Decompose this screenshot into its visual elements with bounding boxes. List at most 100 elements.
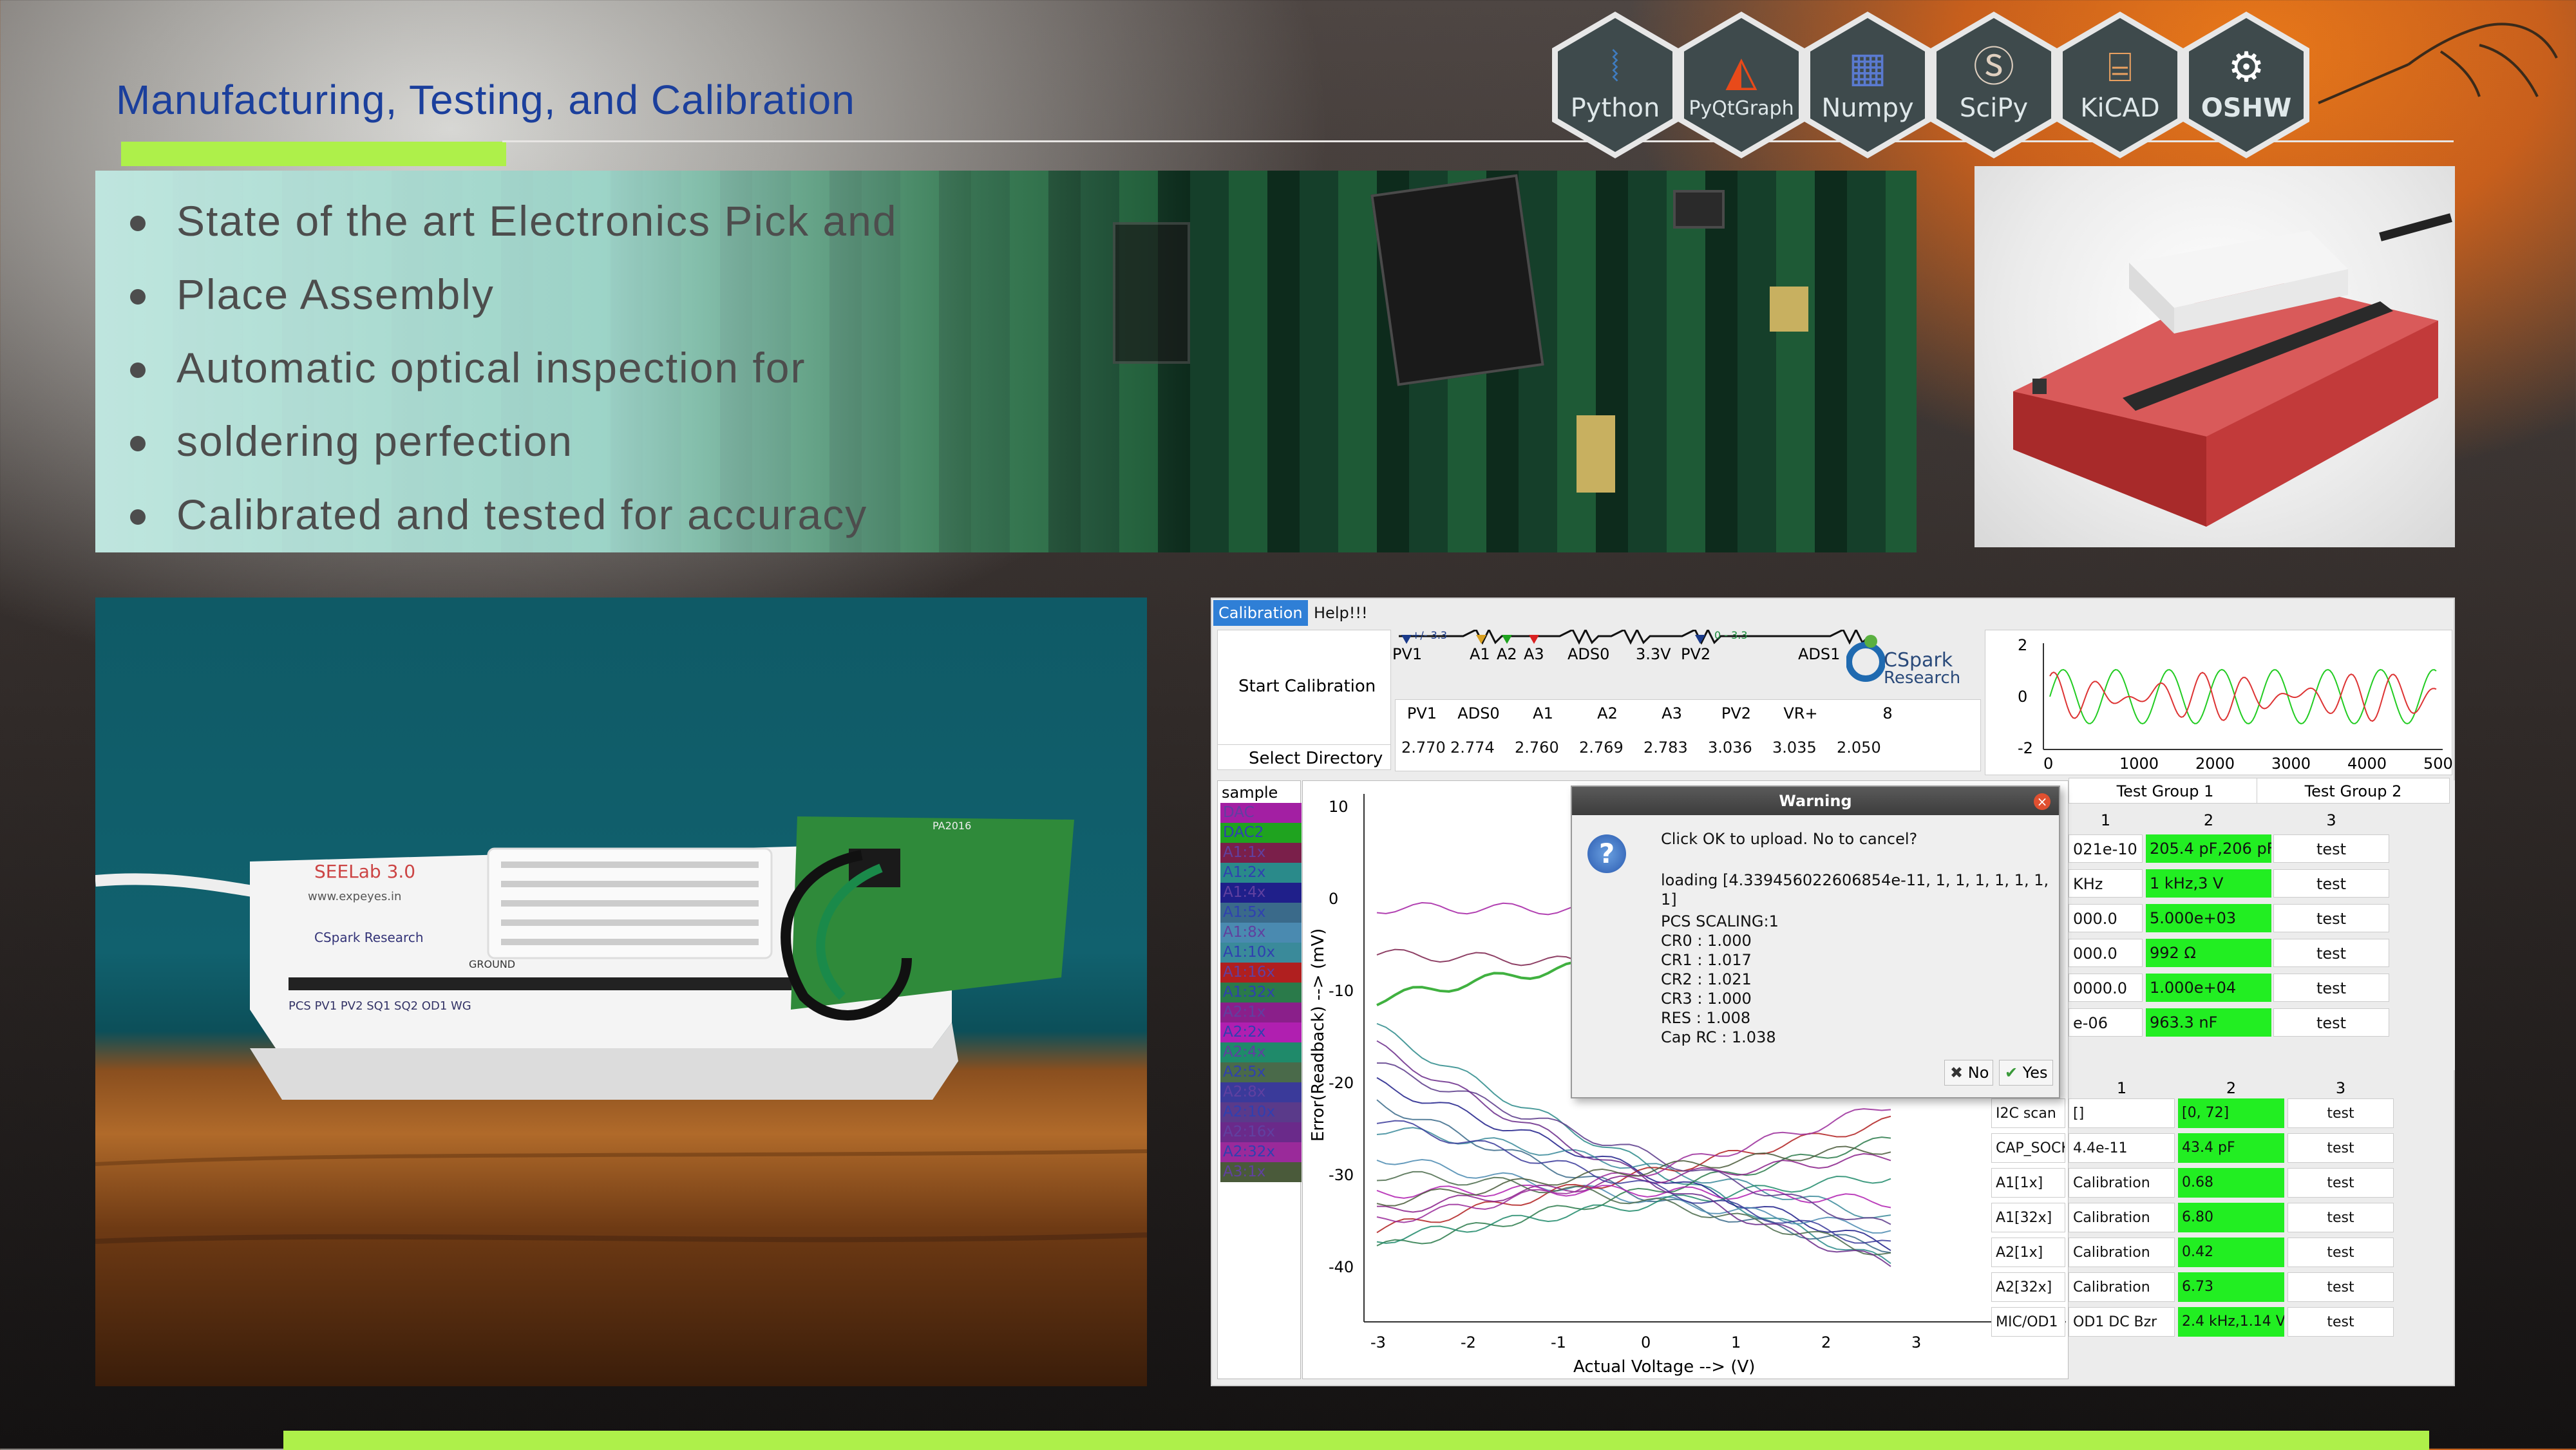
legend-item[interactable]: A1:16x <box>1220 963 1302 983</box>
table-cell: A1[32x] <box>1991 1203 2065 1232</box>
legend-item[interactable]: A1:4x <box>1220 883 1302 903</box>
x-tick-label: 5000 <box>2423 755 2453 773</box>
legend-item[interactable]: A2:32x <box>1220 1142 1302 1162</box>
pyqtgraph-icon: ◭ PyQtGraph <box>1678 12 1804 158</box>
calibration-curve <box>1376 1077 1891 1252</box>
x-tick-label: 1 <box>1731 1333 1741 1351</box>
legend-item[interactable]: A1:10x <box>1220 943 1302 963</box>
svg-text:CSpark Research: CSpark Research <box>314 930 424 945</box>
y-tick-label: 2 <box>2018 636 2027 654</box>
dialog-line: Cap RC : 1.038 <box>1661 1028 1776 1046</box>
y-tick-label: 10 <box>1329 798 1349 816</box>
legend-item[interactable]: A1:32x <box>1220 983 1302 1003</box>
dialog-titlebar: Warning × <box>1572 787 2059 815</box>
test-button[interactable]: test <box>2273 939 2389 967</box>
x-tick-label: 3 <box>1911 1333 1921 1351</box>
capacitor <box>1770 287 1808 332</box>
voltage-header: A2 <box>1597 704 1618 722</box>
yes-button[interactable]: ✔ Yes <box>1999 1060 2053 1086</box>
legend-item[interactable]: DAC <box>1220 803 1302 823</box>
voltage-value: 2.050 <box>1837 739 1881 757</box>
tab-test-group-1[interactable]: Test Group 1 <box>2069 778 2262 804</box>
table-header: 2 <box>2226 1079 2237 1097</box>
svg-text:PA2016: PA2016 <box>933 820 971 832</box>
start-calibration-button[interactable]: Start Calibration <box>1238 677 1376 696</box>
table-cell: 963.3 nF <box>2146 1008 2271 1037</box>
legend-item[interactable]: A2:8x <box>1220 1082 1302 1102</box>
dialog-line: RES : 1.008 <box>1661 1009 1751 1027</box>
bottom-accent-bar <box>283 1431 2429 1450</box>
test-button[interactable]: test <box>2287 1238 2394 1267</box>
svg-text:SEELab 3.0: SEELab 3.0 <box>314 861 415 882</box>
voltage-value: 2.774 <box>1450 739 1495 757</box>
slide-title: Manufacturing, Testing, and Calibration <box>116 77 855 123</box>
x-tick-label: 2000 <box>2195 755 2235 773</box>
test-button[interactable]: test <box>2287 1272 2394 1302</box>
test-button[interactable]: test <box>2287 1098 2394 1128</box>
table-cell: 992 Ω <box>2146 939 2271 967</box>
select-directory-button[interactable]: Select Directory <box>1217 744 1391 770</box>
dialog-line: CR2 : 1.021 <box>1661 970 1752 988</box>
legend-item[interactable]: A3:1x <box>1220 1162 1302 1182</box>
legend-item[interactable]: A1:2x <box>1220 863 1302 883</box>
test-button[interactable]: test <box>2273 904 2389 932</box>
no-button[interactable]: ✖ No <box>1944 1060 1993 1086</box>
test-button[interactable]: test <box>2287 1168 2394 1198</box>
test-button[interactable]: test <box>2273 1008 2389 1037</box>
svg-text:0 - 3.3: 0 - 3.3 <box>1714 630 1748 641</box>
y-tick-label: 0 <box>2018 688 2027 706</box>
tab-calibration[interactable]: Calibration <box>1213 600 1308 626</box>
x-axis-label: Actual Voltage --> (V) <box>1573 1357 1755 1377</box>
tab-test-group-2[interactable]: Test Group 2 <box>2257 778 2450 804</box>
y-tick-label: 0 <box>1329 890 1338 908</box>
x-tick-label: 0 <box>2043 755 2053 773</box>
test-button[interactable]: test <box>2273 974 2389 1002</box>
tab-help[interactable]: Help!!! <box>1309 600 1373 626</box>
close-icon[interactable]: × <box>2034 793 2050 810</box>
table-cell: 0.42 <box>2178 1238 2284 1267</box>
oshw-icon: ⚙ OSHW <box>2183 12 2309 158</box>
table-cell: A2[1x] <box>1991 1238 2065 1267</box>
bullet-text: State of the art Electronics Pick and <box>130 197 898 245</box>
svg-text:+/- 3.3: +/- 3.3 <box>1412 630 1447 641</box>
voltage-value: 3.036 <box>1708 739 1752 757</box>
kicad-icon: ⌸ KiCAD <box>2057 12 2183 158</box>
y-axis-label: Error(Readback) --> (mV) <box>1309 928 1328 1142</box>
svg-text:A1: A1 <box>1470 645 1490 663</box>
legend-item[interactable]: A1:8x <box>1220 923 1302 943</box>
table-cell: Calibration <box>2069 1168 2175 1198</box>
capacitor <box>1577 415 1615 493</box>
test-button[interactable]: test <box>2287 1133 2394 1163</box>
x-tick-label: -3 <box>1370 1333 1386 1351</box>
test-button[interactable]: test <box>2287 1307 2394 1337</box>
y-tick-label: -10 <box>1329 982 1354 1000</box>
legend-item[interactable]: A2:1x <box>1220 1003 1302 1022</box>
legend-item[interactable]: A1:5x <box>1220 903 1302 923</box>
hand-sketch-icon <box>2318 23 2558 104</box>
device-photo: SEELab 3.0 www.expeyes.in CSpark Researc… <box>95 598 1147 1386</box>
pcb-banner: State of the art Electronics Pick and Pl… <box>95 171 1917 552</box>
legend-item[interactable]: A2:4x <box>1220 1042 1302 1062</box>
test-button[interactable]: test <box>2287 1203 2394 1232</box>
legend-item[interactable]: A1:1x <box>1220 843 1302 863</box>
table-cell: 000.0 <box>2069 939 2143 967</box>
warning-dialog: Warning × ? Click OK to upload. No to ca… <box>1571 786 2060 1098</box>
voltage-value: 3.035 <box>1772 739 1817 757</box>
table-cell: 000.0 <box>2069 904 2143 932</box>
svg-text:GROUND: GROUND <box>469 958 515 970</box>
table-cell: MIC/OD1 <box>1991 1307 2065 1337</box>
test-button[interactable]: test <box>2273 869 2389 898</box>
bullet-continued: soldering perfection <box>129 417 574 465</box>
table-cell: Calibration <box>2069 1203 2175 1232</box>
legend-item[interactable]: A2:16x <box>1220 1122 1302 1142</box>
question-icon: ? <box>1587 834 1626 873</box>
dialog-line: CR0 : 1.000 <box>1661 932 1752 950</box>
legend-item[interactable]: DAC2 <box>1220 823 1302 843</box>
legend-item[interactable]: A2:2x <box>1220 1022 1302 1042</box>
svg-text:A3: A3 <box>1524 645 1544 663</box>
table-cell: 021e-10 <box>2069 834 2143 863</box>
start-panel: Start Calibration <box>1217 630 1391 746</box>
legend-item[interactable]: A2:10x <box>1220 1102 1302 1122</box>
test-button[interactable]: test <box>2273 834 2389 863</box>
legend-item[interactable]: A2:5x <box>1220 1062 1302 1082</box>
